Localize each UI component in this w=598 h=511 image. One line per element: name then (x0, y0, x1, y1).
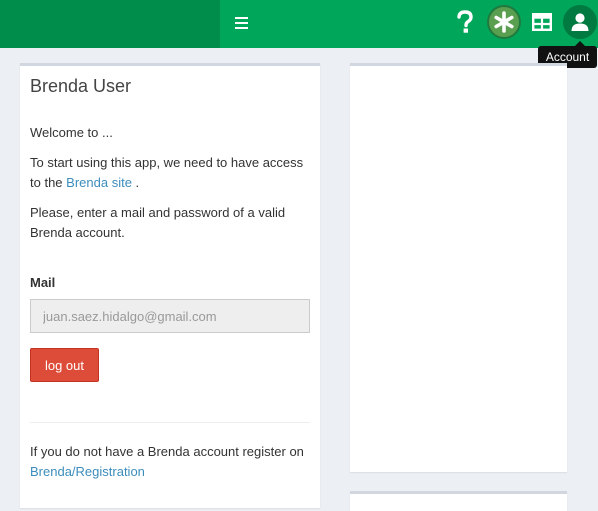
account-button[interactable] (563, 5, 597, 39)
welcome-text: Welcome to ... (30, 125, 113, 140)
register-text: If you do not have a Brenda account regi… (30, 442, 310, 482)
right-panel-lower (350, 491, 567, 511)
table-view-button[interactable] (525, 5, 559, 39)
brenda-registration-link[interactable]: Brenda/Registration (30, 464, 145, 479)
top-navbar (0, 0, 598, 48)
brand-area (0, 0, 220, 48)
register-text-prefix: If you do not have a Brenda account regi… (30, 444, 304, 459)
hamburger-icon (234, 17, 248, 29)
table-icon (532, 13, 552, 31)
intro-text: To start using this app, we need to have… (30, 153, 315, 193)
asterisk-icon (494, 11, 514, 33)
brenda-site-link[interactable]: Brenda site (66, 175, 132, 190)
sidebar-toggle-button[interactable] (229, 10, 253, 36)
logout-button[interactable]: log out (30, 348, 99, 382)
right-panel (350, 63, 567, 472)
intro-text-suffix: . (135, 175, 140, 190)
user-icon (571, 13, 589, 31)
panel-divider (30, 422, 310, 423)
brenda-user-panel: Brenda User Welcome to ... To start usin… (20, 63, 320, 508)
tasks-button[interactable] (487, 5, 521, 39)
instruction-text: Please, enter a mail and password of a v… (30, 205, 286, 240)
help-button[interactable] (448, 5, 482, 39)
question-icon (457, 10, 473, 33)
mail-label: Mail (30, 275, 56, 290)
mail-field[interactable] (30, 299, 310, 333)
panel-title: Brenda User (30, 76, 132, 96)
